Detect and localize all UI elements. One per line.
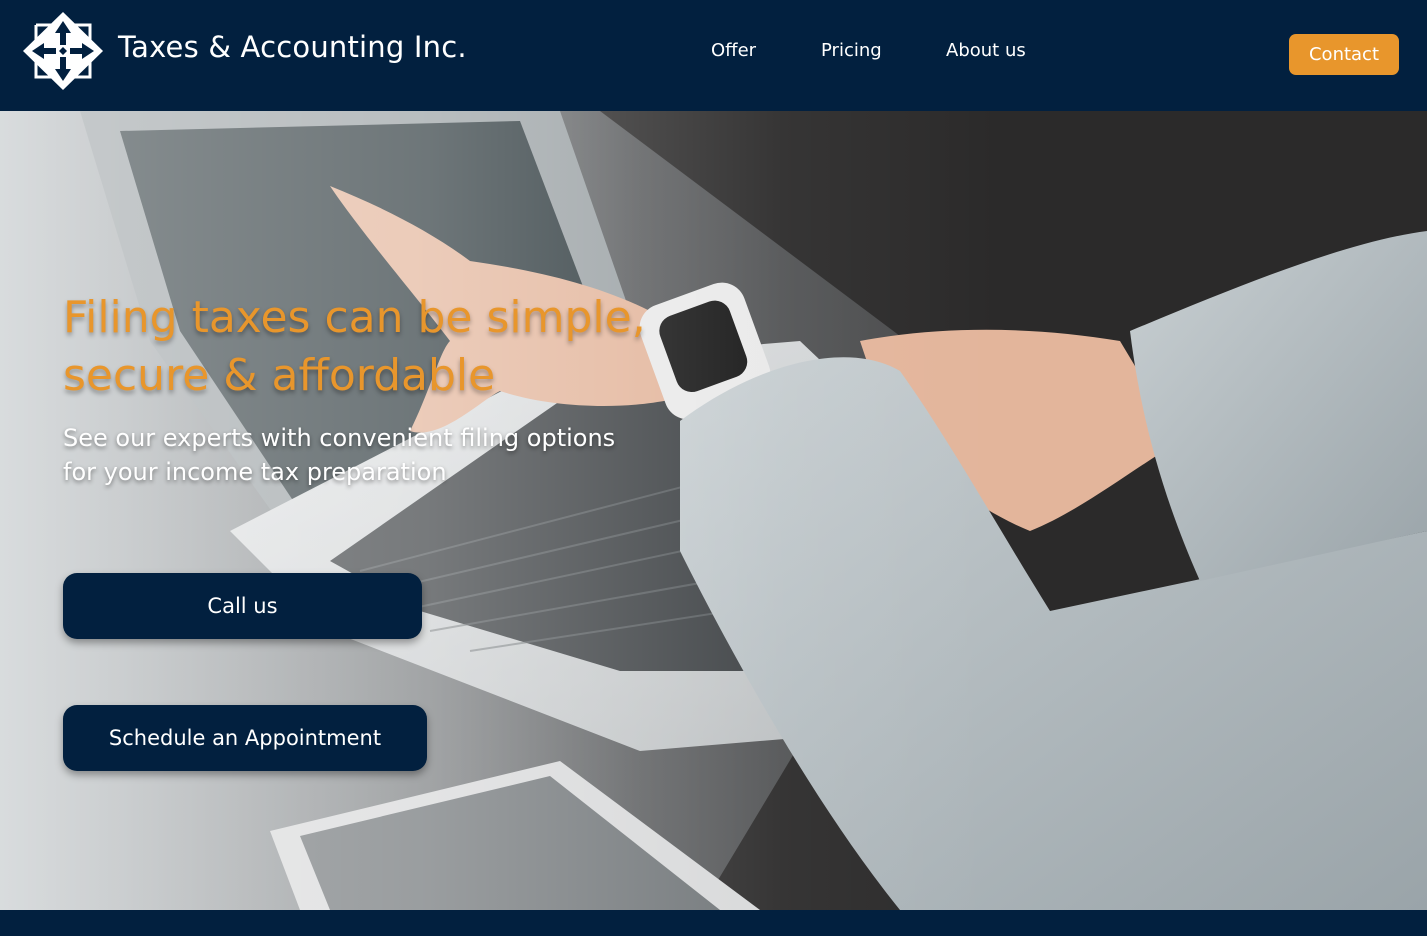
hero-section: Filing taxes can be simple, secure & aff… [0,111,1427,910]
hero-headline: Filing taxes can be simple, secure & aff… [63,289,683,405]
brand-name[interactable]: Taxes & Accounting Inc. [118,30,467,64]
nav-item-pricing[interactable]: Pricing [821,40,882,61]
hero-subheadline-line-1: See our experts with convenient filing o… [63,424,616,452]
diamond-arrows-logo-icon[interactable] [22,11,104,91]
nav-item-about-us[interactable]: About us [946,40,1026,61]
hero-overlay [0,111,1427,910]
footer-strip [0,910,1427,936]
hero-headline-line-1: Filing taxes can be simple, [63,292,646,343]
site-header: Taxes & Accounting Inc. Offer Pricing Ab… [0,0,1427,111]
nav-item-offer[interactable]: Offer [711,40,756,61]
hero-headline-line-2: secure & affordable [63,350,496,401]
schedule-appointment-button[interactable]: Schedule an Appointment [63,705,427,771]
contact-button[interactable]: Contact [1289,34,1399,75]
hero-subheadline-line-2: for your income tax preparation [63,458,447,486]
hero-subheadline: See our experts with convenient filing o… [63,421,663,489]
call-us-button[interactable]: Call us [63,573,422,639]
